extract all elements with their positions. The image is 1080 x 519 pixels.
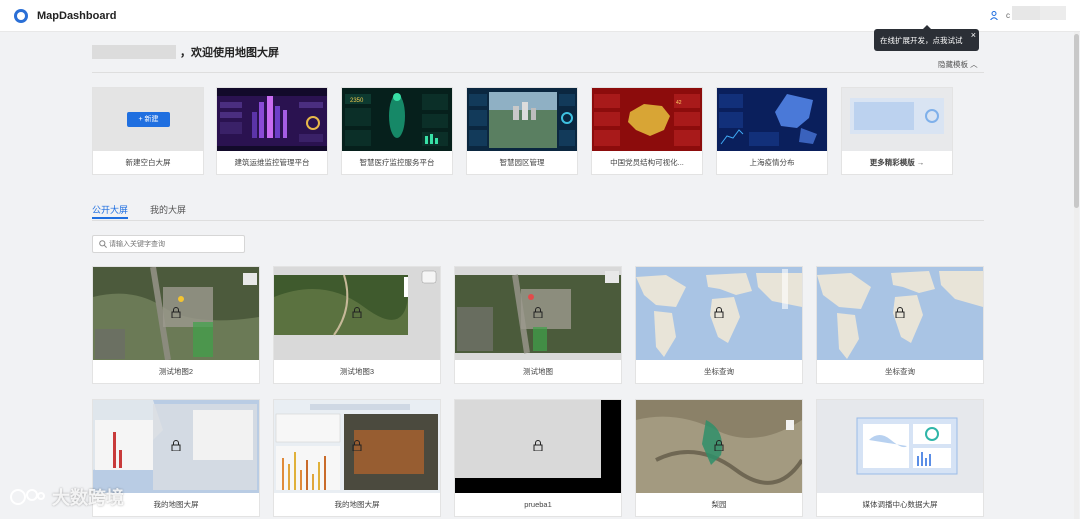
watermark-text: 大数跨境	[52, 488, 124, 508]
user-name-redacted	[92, 45, 176, 59]
lock-icon	[352, 440, 362, 451]
template-thumbnail	[842, 88, 952, 151]
svg-text:2350: 2350	[350, 98, 364, 104]
template-label: 建筑运维监控管理平台	[234, 158, 310, 167]
screen-card[interactable]: 测试地图	[454, 266, 622, 384]
lock-icon	[352, 307, 362, 318]
welcome-heading: ，欢迎使用地图大屏	[92, 44, 279, 60]
app-logo-icon[interactable]	[14, 9, 28, 23]
template-new-blank[interactable]: + 新建 新建空白大屏	[92, 87, 204, 175]
svg-text:42: 42	[676, 100, 682, 106]
screen-card[interactable]: 梨园	[635, 399, 803, 517]
template-thumbnail	[717, 88, 827, 151]
more-templates-link[interactable]: 更多精彩模版 →	[842, 151, 952, 175]
template-thumbnail: 2350	[342, 88, 452, 151]
divider	[92, 72, 984, 73]
screen-label: 测试地图3	[339, 367, 375, 376]
screen-label: 坐标查询	[885, 367, 915, 376]
lock-icon	[533, 307, 543, 318]
screen-card[interactable]: 测试地图3	[273, 266, 441, 384]
template-card[interactable]: 上海疫情分布	[716, 87, 828, 175]
lock-icon	[171, 307, 181, 318]
template-label: 智慧医疗监控服务平台	[359, 158, 435, 167]
screen-label: 媒体调播中心数据大屏	[862, 500, 938, 509]
screen-card[interactable]: 坐标查询	[635, 266, 803, 384]
template-thumbnail	[217, 88, 327, 151]
screen-label: 测试地图2	[158, 367, 194, 376]
tooltip-text[interactable]: 在线扩展开发，点我试试	[880, 36, 963, 45]
template-thumbnail: + 新建	[93, 88, 203, 151]
screen-card[interactable]: 坐标查询	[816, 266, 984, 384]
active-tab-indicator	[92, 217, 128, 219]
search-input[interactable]	[109, 238, 239, 250]
close-icon[interactable]: ×	[971, 30, 976, 40]
user-name-redacted	[1012, 6, 1040, 20]
template-thumbnail: 42	[592, 88, 702, 151]
template-more[interactable]: 更多精彩模版 →	[841, 87, 953, 175]
lock-icon	[171, 440, 181, 451]
lock-icon	[533, 440, 543, 451]
screen-thumbnail	[817, 400, 983, 493]
tab-my-screens[interactable]: 我的大屏	[150, 203, 186, 216]
lock-icon	[714, 440, 724, 451]
template-card[interactable]: 2350 智慧医疗监控服务平台	[341, 87, 453, 175]
scrollbar-thumb[interactable]	[1074, 34, 1079, 208]
search-icon	[99, 240, 107, 248]
screen-card[interactable]: 媒体调播中心数据大屏	[816, 399, 984, 517]
screen-card[interactable]: prueba1	[454, 399, 622, 517]
template-card[interactable]: 42 中国党员结构可视化...	[591, 87, 703, 175]
screen-label: 测试地图	[523, 367, 553, 376]
user-name-redacted	[1040, 6, 1066, 20]
top-bar: MapDashboard c	[0, 0, 1080, 32]
divider	[92, 220, 984, 221]
hide-templates-toggle[interactable]: 隐藏模板 ︿	[938, 59, 978, 70]
page-scrollbar[interactable]	[1074, 32, 1079, 519]
template-card[interactable]: 建筑运维监控管理平台	[216, 87, 328, 175]
watermark: 大数跨境	[8, 484, 124, 510]
screen-label: 坐标查询	[704, 367, 734, 376]
template-label: 新建空白大屏	[125, 158, 171, 167]
user-icon[interactable]	[990, 11, 998, 20]
screen-label: 梨园	[711, 500, 727, 509]
extension-tooltip[interactable]: 在线扩展开发，点我试试 ×	[874, 25, 979, 51]
search-box[interactable]	[92, 235, 245, 253]
lock-icon	[714, 307, 724, 318]
watermark-logo	[10, 489, 45, 505]
app-title[interactable]: MapDashboard	[37, 10, 116, 22]
template-thumbnail	[467, 88, 577, 151]
lock-icon	[895, 307, 905, 318]
screen-card[interactable]: 我的地图大屏	[273, 399, 441, 517]
user-name[interactable]: c	[1006, 11, 1010, 20]
screen-label: 我的地图大屏	[334, 500, 380, 509]
template-card[interactable]: 智慧园区管理	[466, 87, 578, 175]
new-button[interactable]: + 新建	[127, 112, 170, 127]
template-label: 智慧园区管理	[499, 158, 545, 167]
tab-public-screens[interactable]: 公开大屏	[92, 203, 128, 216]
template-label: 中国党员结构可视化...	[610, 158, 684, 167]
template-label: 上海疫情分布	[749, 158, 795, 167]
screen-label: prueba1	[524, 500, 552, 509]
screen-card[interactable]: 测试地图2	[92, 266, 260, 384]
welcome-text: ，欢迎使用地图大屏	[180, 47, 279, 59]
